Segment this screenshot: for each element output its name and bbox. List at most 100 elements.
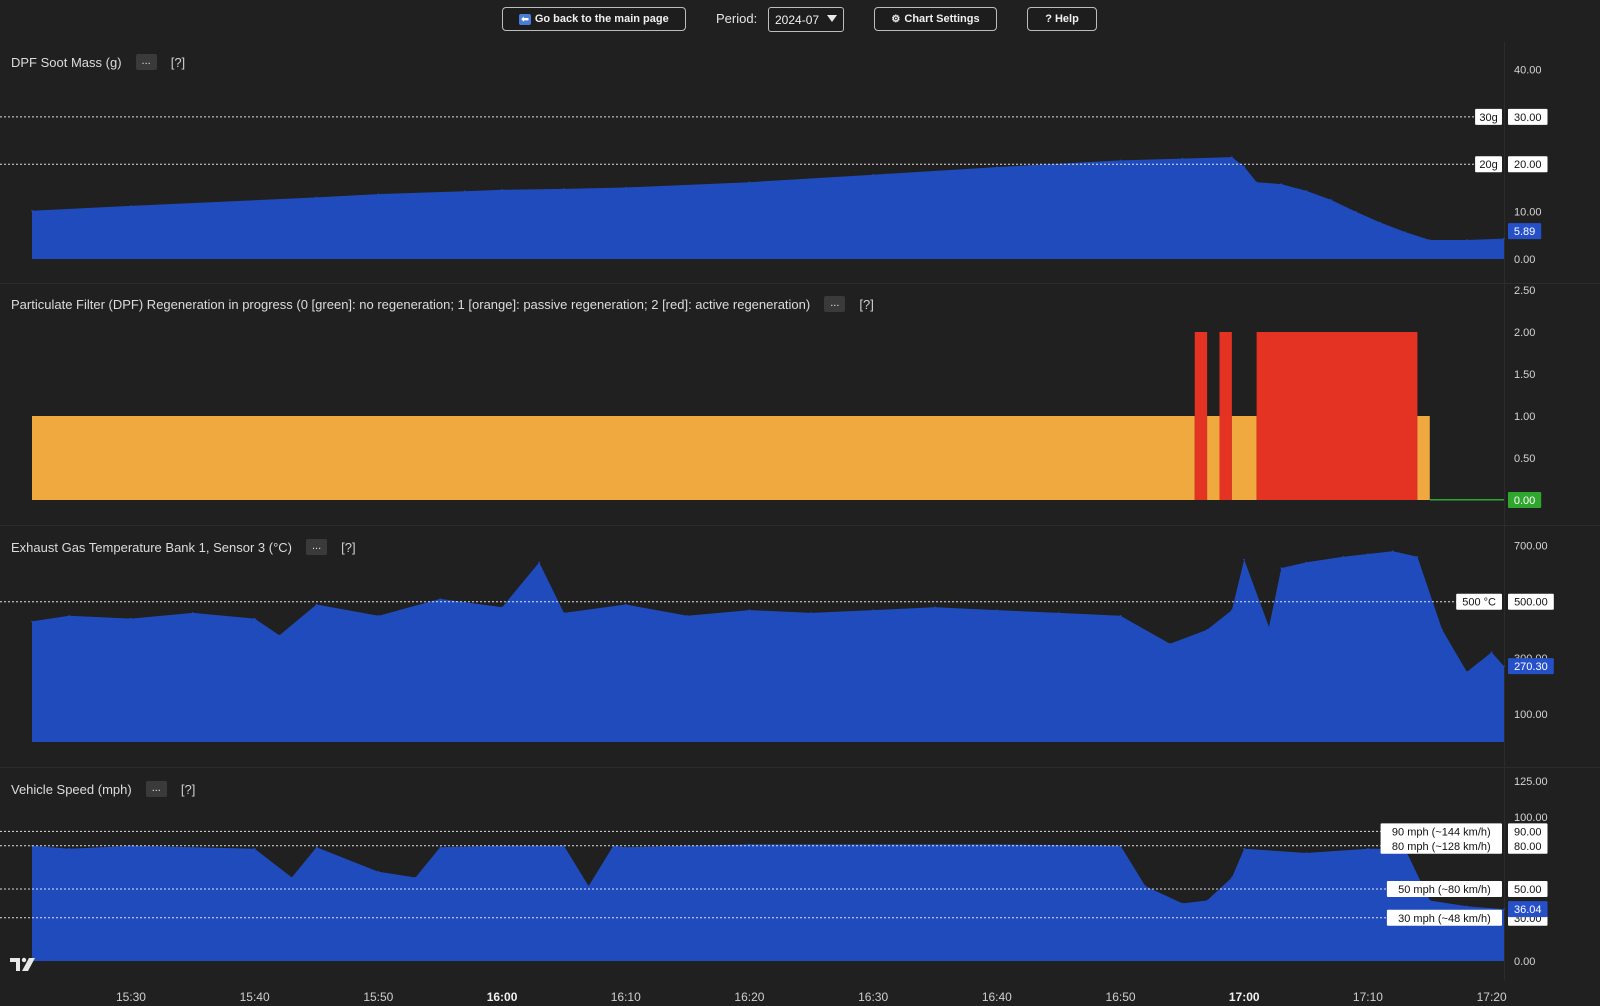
data-point — [501, 606, 503, 609]
series-area — [32, 551, 1504, 742]
data-point — [587, 885, 590, 887]
charts-area[interactable]: 0.0010.0020.0030.0040.0030g30.0020g20.00… — [0, 0, 1600, 1006]
data-point — [1305, 561, 1307, 564]
panel-divider — [0, 283, 1600, 284]
panel-title-vehicle-speed: Vehicle Speed (mph) ... [?] — [11, 781, 195, 797]
data-point — [1503, 908, 1505, 910]
data-point — [1268, 626, 1270, 628]
y-tick-label: 2.00 — [1514, 327, 1535, 339]
panel-divider — [0, 525, 1600, 526]
x-tick-label: 16:30 — [858, 990, 888, 1004]
threshold-label: 30g — [1479, 112, 1497, 124]
data-point — [1280, 567, 1283, 569]
y-tick-label: 40.00 — [1514, 64, 1542, 76]
panel-divider — [0, 767, 1600, 768]
data-point — [872, 843, 874, 846]
data-point — [1255, 181, 1258, 183]
data-point — [464, 190, 466, 192]
data-point — [1231, 609, 1233, 611]
panel-title-text: Vehicle Speed (mph) — [11, 781, 132, 797]
data-point — [996, 166, 998, 168]
data-point — [68, 615, 70, 617]
panel-help-link[interactable]: [?] — [859, 297, 873, 312]
data-point — [439, 846, 442, 848]
data-point — [996, 609, 998, 611]
x-tick-label: 16:40 — [982, 990, 1012, 1004]
y-tick-label: 700.00 — [1514, 541, 1548, 553]
series-area — [32, 157, 1504, 259]
last-value-label: 5.89 — [1514, 226, 1535, 238]
threshold-axis-label: 30.00 — [1514, 112, 1542, 124]
regen-passive-segment — [1231, 416, 1257, 500]
data-point — [810, 612, 813, 614]
data-point — [1330, 199, 1332, 201]
data-point — [1490, 651, 1493, 653]
threshold-label: 90 mph (~144 km/h) — [1392, 826, 1491, 838]
data-point — [377, 193, 380, 195]
data-point — [1119, 615, 1122, 617]
data-point — [1441, 629, 1443, 631]
data-point — [1466, 239, 1468, 241]
threshold-axis-label: 90.00 — [1514, 826, 1542, 838]
last-value-label: 0.00 — [1514, 495, 1535, 507]
data-point — [130, 205, 132, 207]
data-point — [1367, 847, 1369, 850]
y-tick-label: 100.00 — [1514, 812, 1548, 824]
panel-menu-button[interactable]: ... — [145, 781, 167, 797]
data-point — [934, 606, 936, 609]
data-point — [1206, 629, 1208, 631]
data-point — [291, 876, 293, 879]
data-point — [1391, 550, 1394, 552]
regen-active-segment — [1194, 332, 1208, 500]
tradingview-logo-icon — [10, 957, 35, 971]
x-tick-label: 16:50 — [1106, 990, 1136, 1004]
regen-passive-segment — [1417, 416, 1430, 500]
panel-help-link[interactable]: [?] — [171, 55, 185, 70]
data-point — [414, 876, 417, 879]
y-tick-label: 2.50 — [1514, 285, 1535, 297]
data-point — [315, 196, 318, 199]
y-tick-label: 0.50 — [1514, 453, 1535, 465]
data-point — [1466, 905, 1468, 908]
data-point — [1379, 221, 1382, 224]
x-tick-label: 15:50 — [363, 990, 393, 1004]
data-point — [1305, 190, 1307, 192]
panel-help-link[interactable]: [?] — [181, 782, 195, 797]
data-point — [377, 870, 380, 873]
x-tick-label: 16:20 — [734, 990, 764, 1004]
panel-title-text: Exhaust Gas Temperature Bank 1, Sensor 3… — [11, 539, 292, 555]
data-point — [1342, 556, 1344, 558]
panel-title-soot: DPF Soot Mass (g) ... [?] — [11, 54, 185, 70]
x-tick-label: 16:10 — [611, 990, 641, 1004]
y-tick-label: 0.00 — [1514, 956, 1535, 968]
data-point — [1119, 159, 1122, 162]
data-point — [563, 188, 565, 190]
x-tick-label: 16:00 — [487, 990, 518, 1004]
panel-help-link[interactable]: [?] — [341, 540, 355, 555]
panel-menu-button[interactable]: ... — [305, 539, 328, 555]
data-point — [253, 847, 256, 850]
y-tick-label: 0.00 — [1514, 254, 1535, 266]
threshold-label: 80 mph (~128 km/h) — [1392, 841, 1491, 853]
data-point — [748, 843, 751, 846]
panel-title-regeneration: Particulate Filter (DPF) Regeneration in… — [11, 296, 874, 312]
panel-title-text: Particulate Filter (DPF) Regeneration in… — [11, 296, 811, 312]
data-point — [1305, 852, 1307, 854]
data-point — [748, 609, 751, 611]
panel-title-text: DPF Soot Mass (g) — [11, 54, 122, 70]
data-point — [1206, 899, 1208, 902]
threshold-label: 20g — [1479, 159, 1497, 171]
y-tick-label: 1.50 — [1514, 369, 1535, 381]
panel-menu-button[interactable]: ... — [135, 54, 157, 70]
data-point — [1181, 157, 1184, 160]
data-point — [1243, 847, 1245, 850]
panel-menu-button[interactable]: ... — [824, 296, 846, 312]
data-point — [130, 617, 132, 620]
data-point — [192, 612, 194, 614]
data-point — [624, 603, 627, 606]
data-point — [624, 846, 627, 848]
y-tick-label: 125.00 — [1514, 776, 1548, 788]
data-point — [1429, 239, 1431, 241]
last-value-label: 270.30 — [1514, 661, 1548, 673]
data-point — [1503, 665, 1505, 668]
